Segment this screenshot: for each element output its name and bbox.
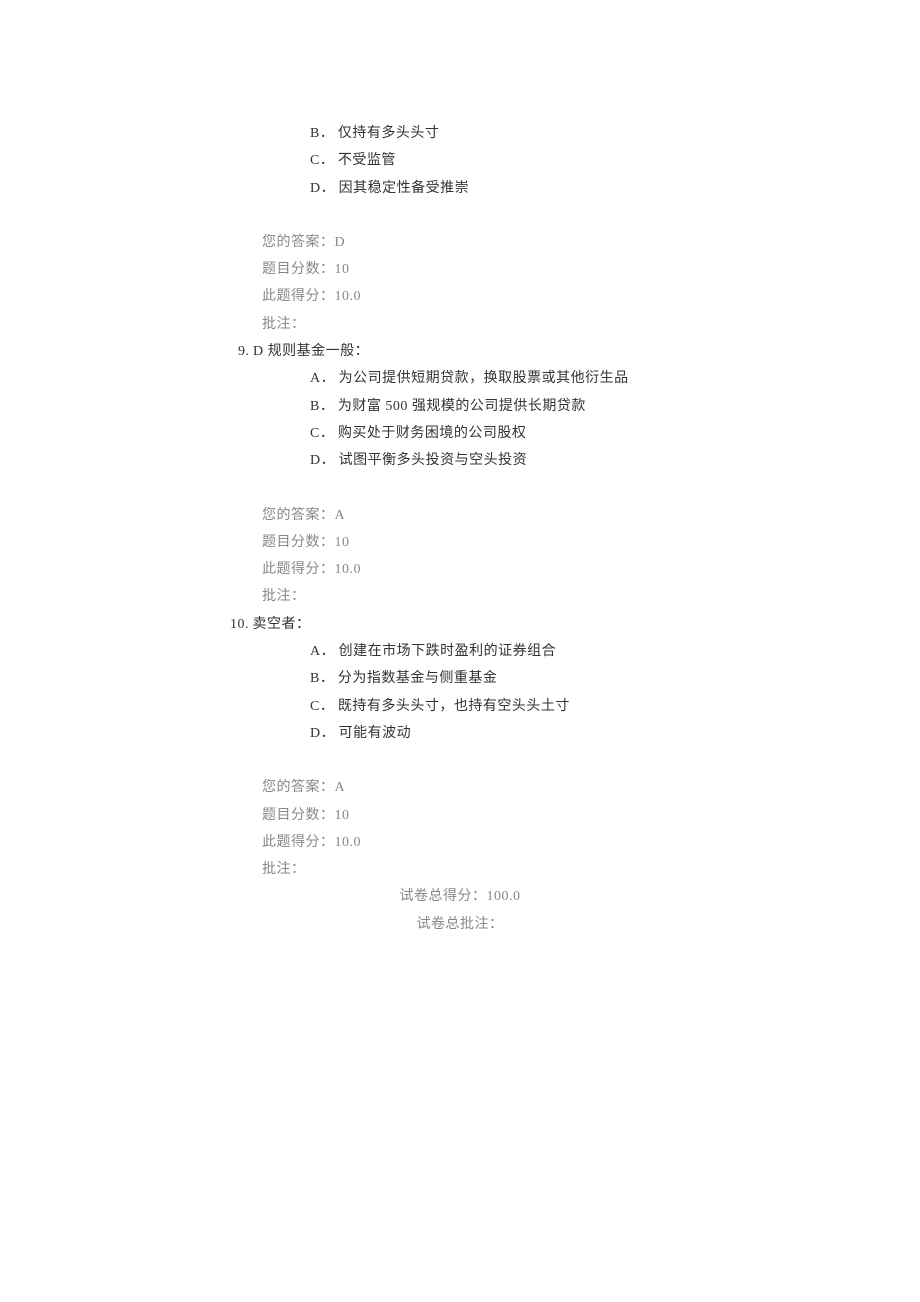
q9-remark: 批注： <box>0 583 920 610</box>
score-value: 10 <box>335 808 350 823</box>
score-label: 题目分数： <box>262 535 335 550</box>
your-answer-value: A <box>335 508 346 523</box>
q10-remark: 批注： <box>0 856 920 883</box>
q10-score: 题目分数：10 <box>0 802 920 829</box>
spacer <box>0 475 920 502</box>
document-body: B． 仅持有多头头寸 C． 不受监管 D． 因其稳定性备受推崇 您的答案：D 题… <box>0 120 920 938</box>
option-letter: B． <box>310 399 334 414</box>
your-answer-value: D <box>335 235 346 250</box>
question-text: 卖空者： <box>253 617 311 632</box>
q9-option-c: C． 购买处于财务困境的公司股权 <box>0 420 920 447</box>
question-number: 9. <box>238 344 250 359</box>
option-text: 购买处于财务困境的公司股权 <box>338 426 527 441</box>
option-letter: B． <box>310 671 334 686</box>
option-letter: C． <box>310 426 334 441</box>
q9-stem: 9. D 规则基金一般： <box>0 338 920 365</box>
your-answer-value: A <box>335 780 346 795</box>
q8-score: 题目分数：10 <box>0 256 920 283</box>
q9-option-d: D． 试图平衡多头投资与空头投资 <box>0 447 920 474</box>
score-label: 题目分数： <box>262 262 335 277</box>
q9-score: 题目分数：10 <box>0 529 920 556</box>
q10-option-a: A． 创建在市场下跌时盈利的证券组合 <box>0 638 920 665</box>
remark-label: 批注： <box>262 589 306 604</box>
option-letter: C． <box>310 153 334 168</box>
option-text: 为公司提供短期贷款，换取股票或其他衍生品 <box>339 371 629 386</box>
option-letter: C． <box>310 699 334 714</box>
earned-label: 此题得分： <box>262 289 335 304</box>
option-letter: A． <box>310 644 335 659</box>
remark-label: 批注： <box>262 317 306 332</box>
q9-option-a: A． 为公司提供短期贷款，换取股票或其他衍生品 <box>0 365 920 392</box>
total-remark-label: 试卷总批注： <box>417 917 504 932</box>
option-text: 不受监管 <box>338 153 396 168</box>
score-label: 题目分数： <box>262 808 335 823</box>
question-number: 10. <box>230 617 249 632</box>
score-value: 10 <box>335 262 350 277</box>
option-letter: A． <box>310 371 335 386</box>
spacer <box>0 202 920 229</box>
q10-stem: 10. 卖空者： <box>0 611 920 638</box>
option-text: 为财富 500 强规模的公司提供长期贷款 <box>338 399 586 414</box>
exam-total-score: 试卷总得分：100.0 <box>0 883 920 910</box>
your-answer-label: 您的答案： <box>262 508 335 523</box>
option-text: 仅持有多头头寸 <box>338 126 440 141</box>
earned-label: 此题得分： <box>262 562 335 577</box>
option-letter: B． <box>310 126 334 141</box>
option-text: 可能有波动 <box>339 726 412 741</box>
score-value: 10 <box>335 535 350 550</box>
q9-your-answer: 您的答案：A <box>0 502 920 529</box>
q10-your-answer: 您的答案：A <box>0 774 920 801</box>
q10-option-d: D． 可能有波动 <box>0 720 920 747</box>
your-answer-label: 您的答案： <box>262 780 335 795</box>
total-score-value: 100.0 <box>487 889 521 904</box>
option-text: 既持有多头头寸，也持有空头头土寸 <box>338 699 570 714</box>
exam-total-remark: 试卷总批注： <box>0 911 920 938</box>
spacer <box>0 747 920 774</box>
q8-earned: 此题得分：10.0 <box>0 283 920 310</box>
earned-value: 10.0 <box>335 562 362 577</box>
earned-value: 10.0 <box>335 835 362 850</box>
q8-your-answer: 您的答案：D <box>0 229 920 256</box>
q9-earned: 此题得分：10.0 <box>0 556 920 583</box>
q10-earned: 此题得分：10.0 <box>0 829 920 856</box>
option-text: 因其稳定性备受推崇 <box>339 181 470 196</box>
option-letter: D． <box>310 726 335 741</box>
your-answer-label: 您的答案： <box>262 235 335 250</box>
option-text: 创建在市场下跌时盈利的证券组合 <box>339 644 557 659</box>
remark-label: 批注： <box>262 862 306 877</box>
q8-option-d: D． 因其稳定性备受推崇 <box>0 175 920 202</box>
q9-option-b: B． 为财富 500 强规模的公司提供长期贷款 <box>0 393 920 420</box>
q10-option-c: C． 既持有多头头寸，也持有空头头土寸 <box>0 693 920 720</box>
question-text: D 规则基金一般： <box>253 344 369 359</box>
option-text: 试图平衡多头投资与空头投资 <box>339 453 528 468</box>
q8-option-b: B． 仅持有多头头寸 <box>0 120 920 147</box>
option-letter: D． <box>310 181 335 196</box>
q8-remark: 批注： <box>0 311 920 338</box>
option-text: 分为指数基金与侧重基金 <box>338 671 498 686</box>
earned-value: 10.0 <box>335 289 362 304</box>
earned-label: 此题得分： <box>262 835 335 850</box>
q10-option-b: B． 分为指数基金与侧重基金 <box>0 665 920 692</box>
total-score-label: 试卷总得分： <box>400 889 487 904</box>
option-letter: D． <box>310 453 335 468</box>
q8-option-c: C． 不受监管 <box>0 147 920 174</box>
